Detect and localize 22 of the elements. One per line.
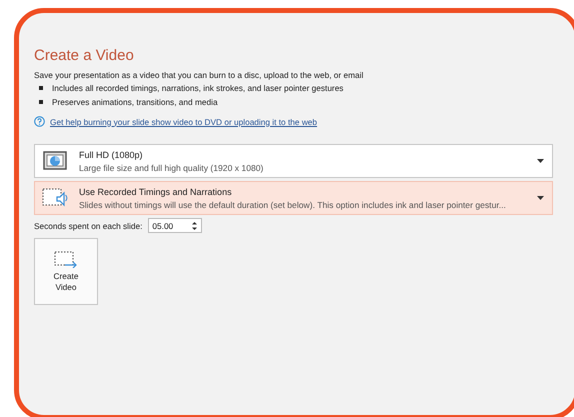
help-icon <box>34 116 45 127</box>
option-description: Slides without timings will use the default duration (set below). This option includes ink and laser pointer gestur... <box>79 200 507 210</box>
option-description: Large file size and full high quality (1920 x 1080) <box>79 162 264 172</box>
option-title: Use Recorded Timings and Narrations <box>79 186 233 196</box>
bullet-icon <box>39 86 43 90</box>
option-title: Full HD (1080p) <box>79 150 144 160</box>
slide-speaker-icon <box>42 187 68 209</box>
seconds-field[interactable]: 05.00 <box>148 218 202 233</box>
bullet-text: Preserves animations, transitions, and media <box>52 97 218 107</box>
quality-dropdown[interactable]: Full HD (1080p) Large file size and full high quality (1920 x 1080) <box>34 144 553 178</box>
page-title: Create a Video <box>34 47 135 64</box>
help-link[interactable]: Get help burning your slide show video to DVD or uploading it to the web <box>50 116 318 126</box>
film-arrow-icon <box>54 250 78 268</box>
timings-dropdown[interactable]: Use Recorded Timings and Narrations Slides without timings will use the default duration (set below). This option includes ink and laser pointer gestur... <box>34 181 553 215</box>
seconds-label: Seconds spent on each slide: <box>34 220 142 230</box>
bullet-text: Includes all recorded timings, narrations, ink strokes, and laser pointer gestures <box>52 83 344 93</box>
bullet-icon <box>39 100 43 104</box>
caret-icon <box>537 196 544 200</box>
description-text: Save your presentation as a video that you can burn to a disc, upload to the web, or email <box>34 70 364 80</box>
monitor-icon <box>43 151 67 171</box>
create-video-button[interactable]: Create Video <box>34 238 98 305</box>
caret-icon <box>537 159 544 163</box>
